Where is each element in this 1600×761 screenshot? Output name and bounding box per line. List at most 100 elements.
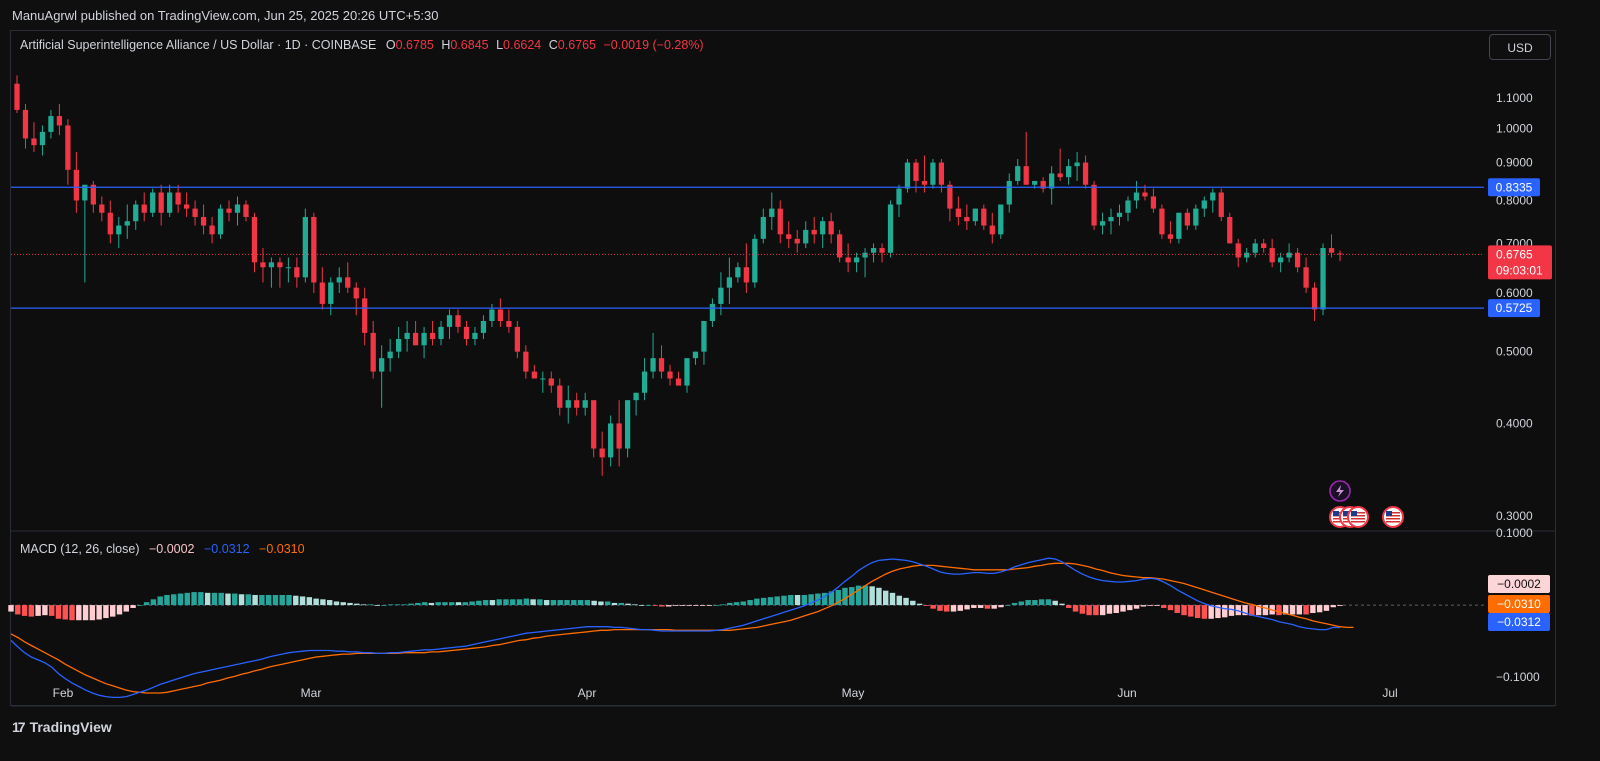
candle-body — [1133, 192, 1140, 201]
candle-body — [930, 162, 936, 185]
candle-body — [870, 248, 877, 253]
candle-body — [624, 400, 631, 449]
currency-button[interactable]: USD — [1489, 34, 1551, 60]
candle-body — [1167, 234, 1174, 239]
us-flag-stripe — [1351, 521, 1365, 523]
macd-histogram-bar — [754, 598, 760, 606]
candle-body — [438, 326, 444, 340]
macd-histogram-bar — [1032, 600, 1038, 606]
macd-histogram-bar — [442, 602, 448, 606]
candle-body — [285, 267, 292, 269]
candle-body — [964, 216, 970, 222]
macd-histogram-bar — [496, 599, 502, 606]
macd-histogram-bar — [1147, 605, 1153, 606]
macd-histogram-bar — [191, 592, 197, 606]
macd-histogram-bar — [48, 605, 55, 616]
macd-histogram-bar — [618, 602, 624, 606]
candle-body — [1099, 221, 1106, 226]
macd-line-tag-label: −0.0312 — [1497, 615, 1541, 629]
macd-histogram-bar — [415, 602, 421, 606]
candle-body — [769, 208, 775, 217]
macd-histogram-bar — [1330, 605, 1336, 608]
candle-body — [972, 208, 978, 222]
candle-body — [989, 225, 995, 235]
macd-histogram-bar — [1099, 605, 1106, 616]
price-tick-label: 0.4000 — [1496, 416, 1533, 430]
macd-histogram-bar — [543, 600, 550, 606]
macd-histogram-bar — [1059, 603, 1065, 606]
macd-histogram-bar — [1011, 602, 1018, 606]
last-price-label: 0.6765 — [1496, 247, 1533, 261]
candle-body — [56, 116, 63, 126]
candle-body — [99, 204, 105, 213]
macd-histogram-bar — [462, 602, 469, 606]
macd-histogram-bar — [1174, 605, 1180, 614]
candle-body — [1227, 216, 1233, 244]
macd-histogram-bar — [706, 605, 713, 606]
macd-histogram-bar — [306, 597, 313, 606]
macd-histogram-bar — [8, 605, 14, 612]
macd-histogram-bar — [367, 604, 374, 606]
macd-histogram-bar — [1310, 605, 1316, 614]
macd-histogram-bar — [354, 603, 360, 606]
macd-histogram-bar — [1181, 605, 1187, 616]
chart-canvas[interactable]: 1.10001.00000.90000.80000.70000.60000.50… — [0, 0, 1600, 761]
macd-histogram-bar — [388, 604, 394, 606]
macd-histogram-bar — [760, 597, 767, 606]
macd-histogram-bar — [530, 599, 536, 606]
candle-body — [896, 188, 902, 205]
candle-body — [65, 125, 71, 170]
candle-body — [345, 277, 351, 288]
macd-histogram-bar — [245, 594, 252, 606]
candle-body — [1184, 212, 1190, 226]
candle-body — [217, 208, 224, 235]
candle-body — [158, 192, 164, 213]
candle-body — [22, 109, 29, 139]
macd-histogram-bar — [1222, 605, 1228, 618]
macd-histogram-bar — [727, 602, 733, 606]
candle-body — [200, 216, 207, 226]
macd-histogram-bar — [645, 605, 652, 606]
candle-body — [31, 138, 37, 146]
macd-histogram-bar — [1072, 605, 1079, 612]
candle-body — [1269, 248, 1275, 263]
candle-body — [947, 184, 953, 209]
candle-body — [1091, 184, 1097, 226]
candle-body — [1286, 252, 1292, 258]
macd-histogram-bar — [984, 605, 991, 609]
candle-body — [523, 351, 529, 372]
macd-histogram-bar — [42, 605, 48, 616]
candle-body — [1074, 162, 1080, 167]
macd-histogram-bar — [1289, 605, 1296, 615]
macd-histogram-bar — [360, 604, 367, 606]
macd-histogram-bar — [103, 605, 109, 619]
candle-body — [1125, 200, 1131, 213]
macd-histogram-bar — [184, 592, 191, 606]
candle-body — [209, 225, 215, 235]
countdown-label: 09:03:01 — [1496, 263, 1543, 277]
macd-histogram-bar — [1052, 600, 1058, 606]
close-value: 0.6765 — [557, 38, 597, 52]
candle-body — [633, 392, 639, 401]
candle-body — [786, 234, 792, 239]
level-price-label: 0.5725 — [1496, 301, 1533, 315]
candle-body — [845, 257, 851, 263]
candle-body — [421, 332, 427, 346]
symbol-legend: Artificial Superintelligence Alliance / … — [20, 38, 704, 52]
macd-histogram-bar — [381, 605, 387, 606]
candle-body — [921, 180, 928, 185]
macd-histogram-bar — [693, 605, 699, 606]
candle-body — [548, 378, 554, 386]
candle-body — [760, 216, 766, 239]
macd-histogram-bar — [137, 605, 143, 606]
us-flag-event-icon — [1382, 506, 1404, 528]
macd-histogram-bar — [1113, 605, 1119, 614]
candle-body — [692, 351, 699, 359]
tradingview-logo[interactable]: 17 TradingView — [12, 719, 112, 735]
macd-histogram-bar — [916, 603, 923, 606]
candle-body — [1159, 208, 1165, 235]
macd-histogram-bar — [950, 605, 957, 612]
candle-body — [429, 332, 436, 340]
macd-tick-label: 0.1000 — [1496, 526, 1533, 540]
low-value: 0.6624 — [503, 38, 542, 52]
